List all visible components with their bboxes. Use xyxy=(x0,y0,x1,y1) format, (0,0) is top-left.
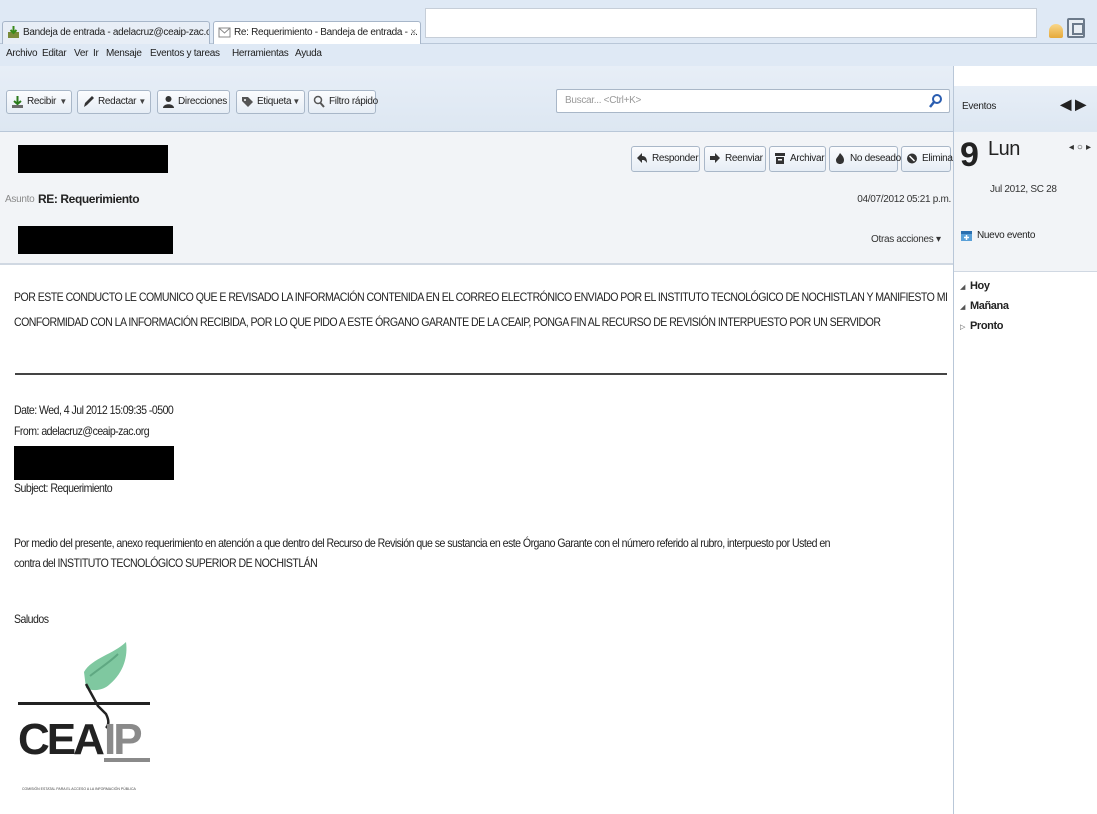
events-panel: Eventos ◀▶ 9 Lun ◂○▸ Jul 2012, SC 28 Nue… xyxy=(953,66,1097,814)
restore-window-icon[interactable] xyxy=(1067,18,1085,38)
ceaip-logo: CEA IP COMISIÓN ESTATAL PARA EL ACCESO A… xyxy=(18,642,150,791)
events-group-tomorrow[interactable]: ◢ Mañana xyxy=(960,300,1009,312)
menu-ayuda[interactable]: Ayuda xyxy=(295,48,322,59)
new-event-button[interactable]: Nuevo evento xyxy=(960,230,1035,241)
search-input[interactable]: Buscar... <Ctrl+K> xyxy=(556,89,950,113)
chevron-down-icon[interactable]: ▼ xyxy=(59,91,67,113)
address-book-icon xyxy=(163,96,174,108)
receive-label: Recibir xyxy=(27,96,57,107)
menu-herramientas[interactable]: Herramientas xyxy=(232,48,289,59)
quick-filter-label: Filtro rápido xyxy=(329,96,378,107)
quoted-line-1: Por medio del presente, anexo requerimie… xyxy=(14,536,831,550)
redacted-recipient xyxy=(18,226,173,254)
delete-label: Eliminar xyxy=(922,153,956,164)
subject-value: RE: Requerimiento xyxy=(38,192,140,206)
events-title: Eventos xyxy=(962,101,997,112)
menu-ir[interactable]: Ir xyxy=(93,48,99,59)
junk-button[interactable]: No deseado xyxy=(829,146,901,172)
redacted-sender xyxy=(18,145,168,173)
svg-text:CEA: CEA xyxy=(18,715,104,764)
new-event-label: Nuevo evento xyxy=(977,230,1036,241)
closing: Saludos xyxy=(14,612,49,626)
menu-editar[interactable]: Editar xyxy=(42,48,67,59)
addresses-label: Direcciones xyxy=(178,96,227,107)
message-date: 04/07/2012 05:21 p.m. xyxy=(857,194,951,205)
svg-text:IP: IP xyxy=(104,715,141,764)
expanded-triangle-icon: ◢ xyxy=(960,304,965,311)
calendar-add-icon xyxy=(961,231,972,241)
search-placeholder: Buscar... <Ctrl+K> xyxy=(565,95,642,106)
subject-label: Asunto xyxy=(5,194,35,205)
day-nav-controls[interactable]: ◂○▸ xyxy=(1069,142,1094,153)
other-actions-label: Otras acciones xyxy=(871,234,934,245)
events-panel-header: Eventos ◀▶ xyxy=(954,86,1097,132)
tab-inbox[interactable]: Bandeja de entrada - adelacruz@ceaip-zac… xyxy=(2,21,210,44)
tag-label: Etiqueta xyxy=(257,96,292,107)
events-group-today[interactable]: ◢ Hoy xyxy=(960,280,990,292)
tag-icon xyxy=(242,97,253,107)
notification-icon[interactable] xyxy=(1049,24,1063,38)
tab-message[interactable]: Re: Requerimiento - Bandeja de entrada -… xyxy=(213,21,421,44)
events-group-today-label: Hoy xyxy=(970,280,990,292)
delete-button[interactable]: Eliminar xyxy=(901,146,956,172)
pencil-icon xyxy=(84,96,94,107)
quote-divider xyxy=(15,373,947,375)
expanded-triangle-icon: ◢ xyxy=(960,284,965,291)
events-group-soon-label: Pronto xyxy=(970,320,1004,332)
reply-label: Responder xyxy=(652,153,699,164)
day-name: Lun xyxy=(988,138,1020,160)
forward-icon xyxy=(710,153,720,163)
collapsed-triangle-icon: ▷ xyxy=(960,324,965,331)
window-controls xyxy=(1047,18,1093,40)
mail-download-icon xyxy=(8,26,19,38)
quoted-date: Date: Wed, 4 Jul 2012 15:09:35 -0500 xyxy=(14,403,174,417)
reply-line-2: CONFORMIDAD CON LA INFORMACIÓN RECIBIDA,… xyxy=(14,315,881,329)
events-group-tomorrow-label: Mañana xyxy=(970,300,1009,312)
events-group-soon[interactable]: ▷ Pronto xyxy=(960,320,1003,332)
archive-icon xyxy=(775,153,785,164)
quoted-from: From: adelacruz@ceaip-zac.org xyxy=(14,424,150,438)
today-pane: 9 Lun ◂○▸ Jul 2012, SC 28 Nuevo evento xyxy=(954,132,1097,272)
forward-button[interactable]: Reenviar xyxy=(704,146,766,172)
tab-bar: Bandeja de entrada - adelacruz@ceaip-zac… xyxy=(0,0,1097,44)
quoted-line-2: contra del INSTITUTO TECNOLÓGICO SUPERIO… xyxy=(14,556,318,570)
compose-label: Redactar xyxy=(98,96,137,107)
filter-search-icon xyxy=(313,95,325,108)
download-icon xyxy=(12,96,23,108)
junk-label: No deseado xyxy=(850,153,901,164)
menu-eventos[interactable]: Eventos y tareas xyxy=(150,48,220,59)
forward-label: Reenviar xyxy=(725,153,763,164)
tab-strip-empty xyxy=(425,8,1037,38)
quoted-subject: Subject: Requerimiento xyxy=(14,481,113,495)
junk-flame-icon xyxy=(836,153,844,164)
other-actions-button[interactable]: Otras acciones ▾ xyxy=(871,234,941,245)
addresses-button[interactable]: Direcciones xyxy=(157,90,230,114)
reply-line-1: POR ESTE CONDUCTO LE COMUNICO QUE E REVI… xyxy=(14,290,948,304)
redacted-to xyxy=(14,446,174,480)
compose-button[interactable]: Redactar ▼ xyxy=(77,90,151,114)
tag-button[interactable]: Etiqueta ▼ xyxy=(236,90,305,114)
quick-filter-button[interactable]: Filtro rápido xyxy=(308,90,378,114)
reply-icon xyxy=(637,153,647,163)
archive-button[interactable]: Archivar xyxy=(769,146,826,172)
tab-inbox-label: Bandeja de entrada - adelacruz@ceaip-zac… xyxy=(23,27,210,38)
logo-caption: COMISIÓN ESTATAL PARA EL ACCESO A LA INF… xyxy=(22,786,137,791)
menu-mensaje[interactable]: Mensaje xyxy=(106,48,142,59)
delete-icon xyxy=(907,153,917,164)
tab-message-label: Re: Requerimiento - Bandeja de entrada -… xyxy=(234,27,418,38)
day-number: 9 xyxy=(960,136,979,174)
menu-bar: Archivo Editar Ver Ir Mensaje Eventos y … xyxy=(0,44,1097,66)
chevron-down-icon[interactable]: ▼ xyxy=(138,91,146,113)
chevron-down-icon[interactable]: ▼ xyxy=(292,91,300,113)
archive-label: Archivar xyxy=(790,153,825,164)
envelope-icon xyxy=(218,27,231,38)
menu-ver[interactable]: Ver xyxy=(74,48,88,59)
menu-archivo[interactable]: Archivo xyxy=(6,48,38,59)
receive-button[interactable]: Recibir ▼ xyxy=(6,90,72,114)
events-nav-arrows[interactable]: ◀▶ xyxy=(1060,96,1090,113)
reply-button[interactable]: Responder xyxy=(631,146,700,172)
search-icon[interactable] xyxy=(929,93,943,109)
day-subtitle: Jul 2012, SC 28 xyxy=(990,184,1057,195)
close-icon[interactable]: × xyxy=(410,22,416,43)
